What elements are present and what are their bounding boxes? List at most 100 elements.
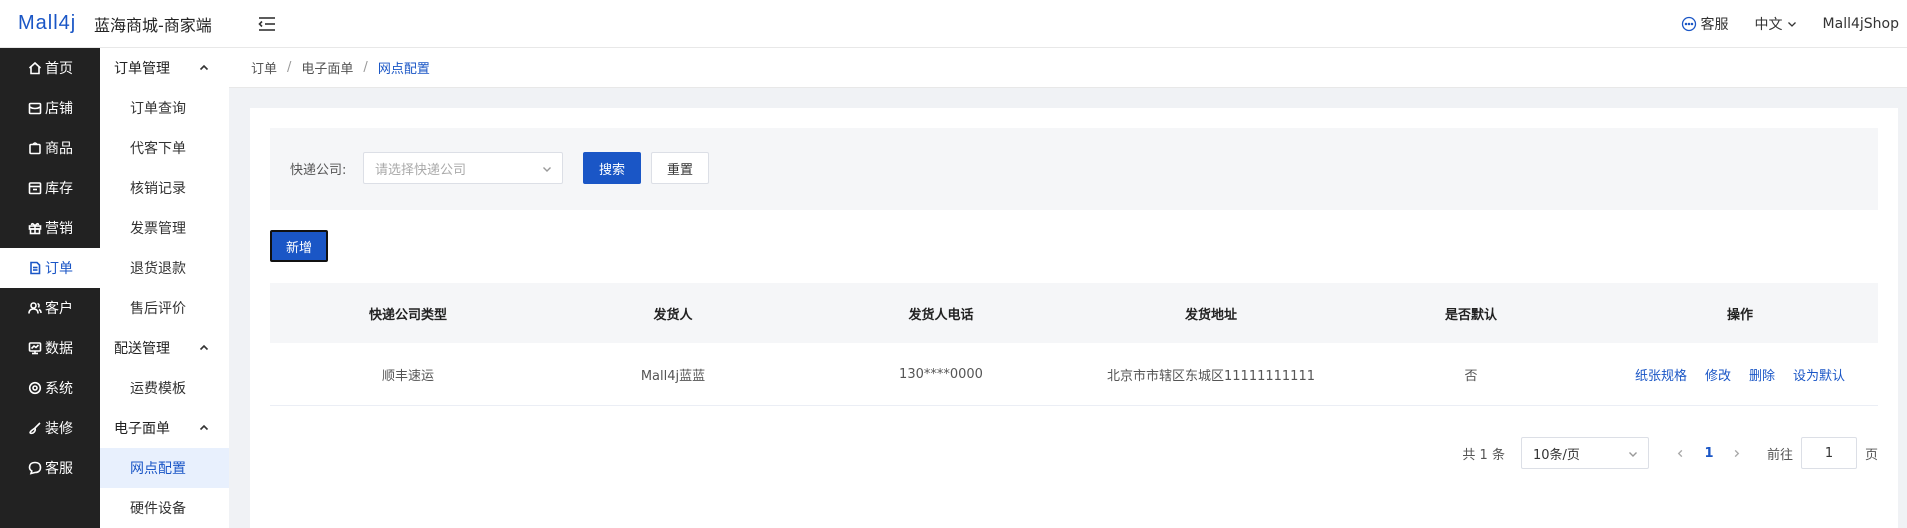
set-default-link[interactable]: 设为默认	[1793, 365, 1845, 384]
user-name: Mall4jShop	[1822, 16, 1899, 32]
brush-icon	[29, 422, 41, 435]
sidebar-item-label: 数据	[45, 341, 73, 357]
collapse-menu-icon[interactable]	[255, 12, 279, 36]
chevron-up-icon	[199, 344, 209, 351]
language-label: 中文	[1754, 17, 1783, 33]
gift-icon	[28, 222, 42, 235]
breadcrumb-item[interactable]: 订单	[251, 58, 277, 77]
submenu-item-verification-records[interactable]: 核销记录	[100, 168, 229, 208]
main-content: 快递公司: 请选择快递公司 搜索 重置 新增 快递公司类型 发货人 发货人电话 …	[250, 108, 1898, 528]
courier-company-label: 快递公司:	[290, 163, 347, 178]
submenu-group-order-management[interactable]: 订单管理	[100, 48, 229, 88]
chat-icon	[28, 461, 42, 475]
page-size-value: 10条/页	[1532, 447, 1580, 463]
cell-address: 北京市市辖区东城区11111111111	[1107, 368, 1315, 384]
sidebar-item-home[interactable]: 首页	[0, 48, 100, 88]
sidebar-item-service[interactable]: 客服	[0, 448, 100, 488]
sidebar-item-label: 库存	[45, 181, 73, 197]
submenu-item-invoice-management[interactable]: 发票管理	[100, 208, 229, 248]
courier-company-select[interactable]: 请选择快递公司	[363, 152, 563, 184]
submenu-group-label: 订单管理	[114, 61, 170, 77]
submenu-group-label: 电子面单	[114, 421, 170, 437]
sidebar-item-system[interactable]: 系统	[0, 368, 100, 408]
document-icon	[30, 261, 41, 275]
sidebar-item-label: 装修	[45, 421, 73, 437]
logo: Mall4j	[18, 12, 77, 34]
edit-link[interactable]: 修改	[1705, 365, 1731, 384]
reset-button[interactable]: 重置	[651, 152, 709, 184]
customer-service-label: 客服	[1700, 17, 1729, 33]
column-header: 操作	[1726, 307, 1753, 323]
sidebar-item-label: 客服	[45, 461, 73, 477]
submenu-item-outlet-config[interactable]: 网点配置	[100, 448, 229, 488]
total-count: 共 1 条	[1462, 447, 1505, 463]
shop-icon	[28, 102, 42, 115]
submenu-item-after-sales-reviews[interactable]: 售后评价	[100, 288, 229, 328]
table-header: 快递公司类型 发货人 发货人电话 发货地址 是否默认 操作	[270, 283, 1878, 343]
chevron-up-icon	[199, 64, 209, 71]
breadcrumb-separator: /	[287, 60, 292, 75]
breadcrumb-current: 网点配置	[377, 62, 430, 77]
breadcrumb-separator: /	[363, 60, 368, 75]
sidebar-item-data[interactable]: 数据	[0, 328, 100, 368]
delete-link[interactable]: 删除	[1749, 365, 1775, 384]
column-header: 发货人电话	[908, 307, 974, 323]
chart-icon	[28, 342, 42, 355]
chevron-right-icon	[1735, 449, 1740, 457]
user-menu[interactable]: Mall4jShop	[1823, 16, 1899, 32]
app-title: 蓝海商城-商家端	[94, 15, 212, 35]
page-jump-input[interactable]	[1800, 437, 1857, 469]
home-icon	[28, 61, 42, 75]
sidebar-item-customers[interactable]: 客户	[0, 288, 100, 328]
select-placeholder: 请选择快递公司	[375, 162, 467, 178]
page-size-select[interactable]: 10条/页	[1520, 437, 1649, 469]
customer-service-button[interactable]: 客服	[1681, 14, 1729, 34]
cell-company: 顺丰速运	[381, 368, 434, 384]
sidebar-item-marketing[interactable]: 营销	[0, 208, 100, 248]
paper-spec-link[interactable]: 纸张规格	[1635, 365, 1687, 384]
breadcrumb: 订单 / 电子面单 / 网点配置	[229, 48, 1907, 88]
sidebar-item-label: 商品	[45, 141, 73, 157]
submenu-group-delivery-management[interactable]: 配送管理	[100, 328, 229, 368]
search-button[interactable]: 搜索	[583, 152, 641, 184]
sidebar-item-label: 系统	[45, 381, 73, 397]
product-icon	[29, 142, 41, 155]
cell-phone: 130****0000	[899, 366, 983, 382]
top-bar: Mall4j 蓝海商城-商家端 客服 中文 Mall4jShop	[0, 0, 1907, 48]
page-unit-label: 页	[1864, 447, 1878, 463]
column-header: 发货地址	[1184, 307, 1237, 323]
sidebar-item-orders[interactable]: 订单	[0, 248, 100, 288]
chevron-down-icon	[543, 167, 551, 172]
submenu-group-electronic-waybill[interactable]: 电子面单	[100, 408, 229, 448]
submenu-item-proxy-order[interactable]: 代客下单	[100, 128, 229, 168]
column-header: 快递公司类型	[368, 307, 447, 323]
prev-page-button[interactable]	[1667, 439, 1695, 467]
sidebar-item-decoration[interactable]: 装修	[0, 408, 100, 448]
chevron-down-icon	[1628, 452, 1637, 457]
sidebar-item-label: 店铺	[45, 101, 73, 117]
chevron-up-icon	[199, 424, 209, 431]
sidebar-item-shop[interactable]: 店铺	[0, 88, 100, 128]
submenu-item-hardware-devices[interactable]: 硬件设备	[100, 488, 229, 528]
submenu-item-freight-template[interactable]: 运费模板	[100, 368, 229, 408]
goto-label: 前往	[1766, 447, 1793, 463]
outlet-table: 快递公司类型 发货人 发货人电话 发货地址 是否默认 操作 顺丰速运 Mall4…	[270, 283, 1878, 406]
chevron-left-icon	[1678, 449, 1683, 457]
cell-is-default: 否	[1464, 368, 1478, 384]
sidebar-item-label: 营销	[45, 221, 73, 237]
page-number[interactable]: 1	[1695, 446, 1723, 461]
submenu-item-order-query[interactable]: 订单查询	[100, 88, 229, 128]
next-page-button[interactable]	[1723, 439, 1751, 467]
submenu-item-returns-refunds[interactable]: 退货退款	[100, 248, 229, 288]
sidebar-item-product[interactable]: 商品	[0, 128, 100, 168]
language-dropdown[interactable]: 中文	[1755, 14, 1797, 34]
sidebar: 首页 店铺 商品 库存 营销 订单 客户 数据 系统 装修 客服	[0, 48, 100, 528]
gear-icon	[28, 381, 42, 395]
add-button[interactable]: 新增	[270, 230, 328, 262]
breadcrumb-item[interactable]: 电子面单	[301, 58, 353, 77]
sidebar-item-label: 首页	[45, 61, 73, 77]
chevron-down-icon	[1787, 22, 1796, 27]
chat-icon	[1681, 16, 1696, 32]
pagination: 共 1 条 10条/页 1 前往 页	[1462, 437, 1878, 469]
sidebar-item-inventory[interactable]: 库存	[0, 168, 100, 208]
